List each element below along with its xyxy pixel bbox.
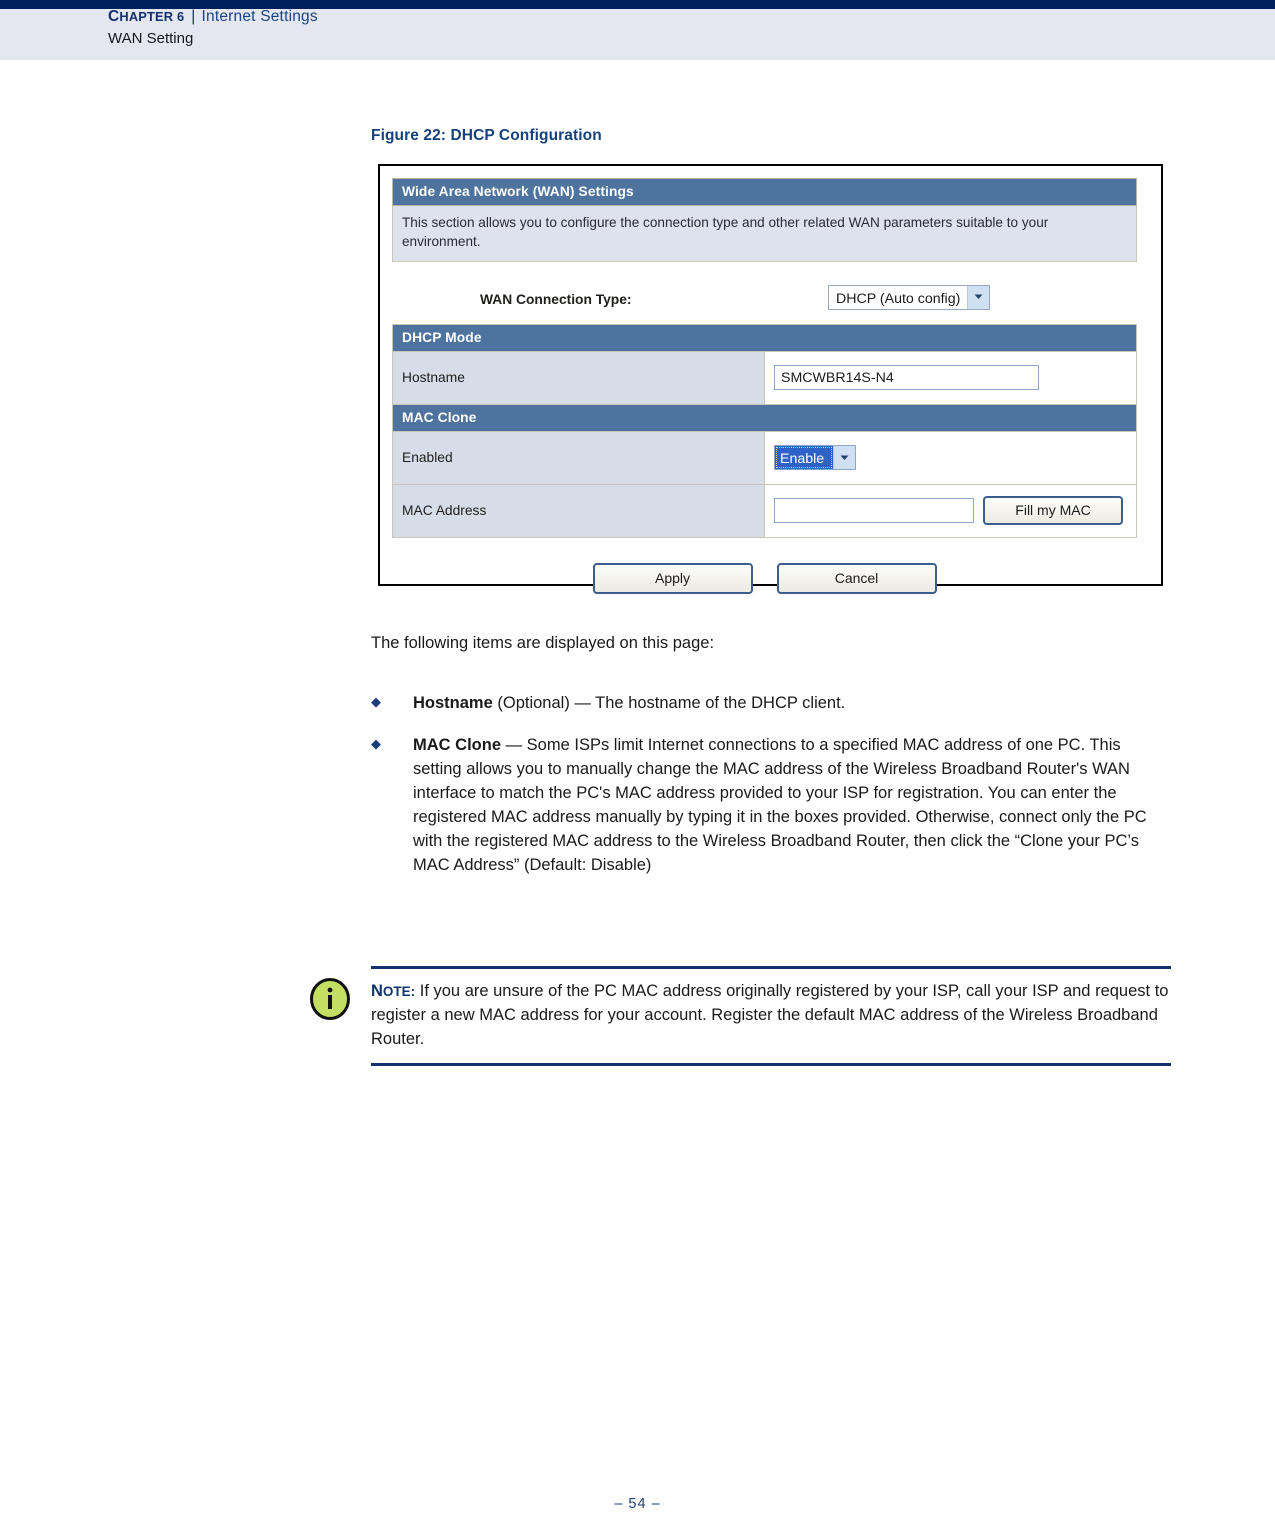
mac-clone-section-heading: MAC Clone	[392, 403, 1137, 432]
fill-my-mac-button[interactable]: Fill my MAC	[983, 496, 1123, 526]
note-text: NOTE: If you are unsure of the PC MAC ad…	[371, 969, 1171, 1063]
mac-address-label: MAC Address	[392, 483, 765, 538]
mac-address-input[interactable]	[774, 498, 974, 524]
enabled-field-cell: Enable	[764, 430, 1137, 485]
bullet-text: Hostname (Optional) — The hostname of th…	[413, 691, 1171, 715]
wan-connection-type-value: DHCP (Auto config)	[836, 290, 961, 307]
router-ui-panel: Wide Area Network (WAN) Settings This se…	[392, 178, 1137, 594]
enabled-label: Enabled	[392, 430, 765, 485]
table-row: MAC Clone	[392, 403, 1137, 432]
table-row: Hostname SMCWBR14S-N4	[392, 350, 1137, 405]
wan-settings-heading: Wide Area Network (WAN) Settings	[392, 178, 1137, 206]
cancel-button[interactable]: Cancel	[776, 562, 937, 594]
mac-address-field-cell: Fill my MAC	[764, 483, 1137, 538]
wan-settings-description: This section allows you to configure the…	[392, 206, 1137, 262]
dhcp-settings-table: DHCP Mode Hostname SMCWBR14S-N4 MAC Clon…	[392, 323, 1137, 538]
wan-connection-type-label: WAN Connection Type:	[480, 291, 632, 307]
mac-clone-enabled-value: Enable	[775, 446, 834, 470]
note-bottom-rule	[371, 1063, 1171, 1067]
wan-connection-type-select[interactable]: DHCP (Auto config)	[828, 284, 991, 310]
bullet-term: Hostname	[413, 694, 493, 712]
bullet-diamond-icon: ◆	[371, 694, 381, 709]
intro-paragraph: The following items are displayed on thi…	[371, 634, 715, 652]
chevron-down-icon	[833, 446, 856, 470]
bullet-term: MAC Clone	[413, 736, 501, 754]
figure-dhcp-configuration: Wide Area Network (WAN) Settings This se…	[378, 164, 1163, 594]
bullet-text: MAC Clone — Some ISPs limit Internet con…	[413, 733, 1171, 877]
note-label: NOTE:	[371, 982, 416, 1000]
hostname-input[interactable]: SMCWBR14S-N4	[774, 365, 1039, 391]
form-action-buttons: Apply Cancel	[392, 538, 1137, 594]
list-item: ◆ MAC Clone — Some ISPs limit Internet c…	[371, 733, 1171, 877]
hostname-field-cell: SMCWBR14S-N4	[764, 350, 1137, 405]
note-label-smallcaps: OTE:	[382, 984, 416, 999]
table-row: MAC Address Fill my MAC	[392, 483, 1137, 538]
list-item: ◆ Hostname (Optional) — The hostname of …	[371, 691, 1171, 715]
mac-clone-enabled-select[interactable]: Enable	[774, 445, 857, 471]
info-icon	[309, 978, 351, 1020]
note-body: If you are unsure of the PC MAC address …	[371, 982, 1169, 1049]
wan-connection-type-row: WAN Connection Type: DHCP (Auto config)	[392, 262, 1137, 324]
bullet-diamond-icon: ◆	[371, 736, 381, 751]
bullet-description: — Some ISPs limit Internet connections t…	[413, 736, 1147, 875]
dhcp-mode-section-heading: DHCP Mode	[392, 323, 1137, 352]
figure-caption: Figure 22: DHCP Configuration	[371, 127, 602, 144]
table-row: DHCP Mode	[392, 323, 1137, 352]
note-callout: NOTE: If you are unsure of the PC MAC ad…	[310, 966, 1171, 1067]
page-footer: – 54 –	[614, 1496, 661, 1512]
apply-button[interactable]: Apply	[592, 562, 753, 594]
table-row: Enabled Enable	[392, 430, 1137, 485]
page-content: Figure 22: DHCP Configuration Wide Area …	[0, 0, 1275, 1532]
hostname-label: Hostname	[392, 350, 765, 405]
bullet-description: (Optional) — The hostname of the DHCP cl…	[492, 694, 846, 712]
chevron-down-icon	[967, 285, 990, 309]
